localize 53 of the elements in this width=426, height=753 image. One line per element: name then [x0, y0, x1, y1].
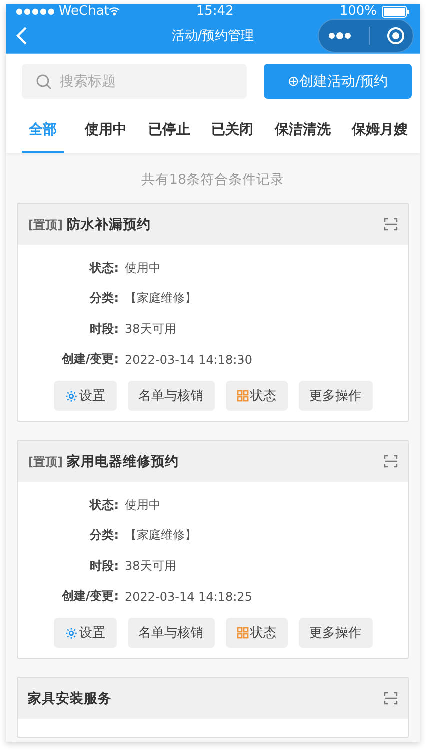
grid-icon: [236, 390, 248, 402]
filter-tab[interactable]: 保姆月嫂: [352, 117, 408, 153]
battery-percent: 100%: [340, 4, 377, 19]
filter-tab[interactable]: 使用中: [85, 117, 128, 153]
filter-tab[interactable]: 保洁清洗: [274, 117, 331, 153]
carrier-name: WeChat: [58, 4, 110, 19]
page-title: 活动/预约管理: [170, 28, 256, 45]
back-icon[interactable]: [16, 26, 28, 46]
field-value: 【家庭维修】: [125, 290, 197, 308]
scan-icon[interactable]: [384, 692, 398, 705]
action-button[interactable]: 状态: [226, 381, 288, 411]
gear-icon: [64, 626, 78, 640]
grid-icon: [236, 627, 248, 639]
card-title: [置顶] 防水补漏预约: [28, 216, 152, 234]
field-label: 状态:: [88, 496, 120, 514]
field-value: 38天可用: [125, 320, 176, 338]
card-title: [置顶] 家用电器维修预约: [28, 452, 180, 470]
action-button[interactable]: 更多操作: [298, 618, 372, 648]
field-label: 时段:: [89, 558, 120, 575]
record-count: 共有18条符合条件记录: [140, 171, 286, 189]
action-button[interactable]: 状态: [226, 618, 288, 648]
scan-icon[interactable]: [384, 455, 398, 468]
capsule-menu[interactable]: [318, 19, 414, 53]
gear-icon: [64, 390, 78, 402]
more-icon[interactable]: [328, 32, 352, 40]
field-label: 分类:: [88, 527, 120, 544]
battery-icon: [382, 6, 410, 18]
field-label: 分类:: [88, 290, 120, 308]
search-field[interactable]: 搜索标题: [22, 64, 247, 99]
action-button[interactable]: 名单与核销: [128, 381, 214, 411]
action-button[interactable]: 名单与核销: [128, 618, 214, 648]
filter-tab[interactable]: 已停止: [148, 117, 190, 153]
close-icon[interactable]: [386, 27, 404, 45]
action-button[interactable]: 设置: [54, 618, 116, 648]
field-value: 2022-03-14 14:18:25: [125, 590, 252, 604]
wifi-icon: [109, 7, 120, 16]
field-value: 2022-03-14 14:18:30: [125, 352, 252, 367]
field-value: 38天可用: [125, 558, 176, 575]
search-icon: [36, 74, 52, 90]
action-button[interactable]: 更多操作: [298, 381, 372, 411]
field-value: 使用中: [125, 260, 161, 277]
field-label: 创建/变更:: [60, 588, 120, 606]
field-value: 【家庭维修】: [125, 527, 197, 544]
clock-time: 15:42: [195, 4, 235, 19]
field-value: 使用中: [125, 496, 161, 514]
scan-icon[interactable]: [384, 218, 398, 231]
signal-dots: ●●●●●: [16, 7, 56, 16]
filter-tab[interactable]: 已关闭: [212, 117, 254, 153]
action-button[interactable]: 设置: [54, 381, 116, 411]
field-label: 创建/变更:: [60, 351, 120, 368]
field-label: 时段:: [89, 320, 120, 338]
card-title: 家具安装服务: [28, 690, 113, 708]
field-label: 状态:: [88, 260, 120, 277]
